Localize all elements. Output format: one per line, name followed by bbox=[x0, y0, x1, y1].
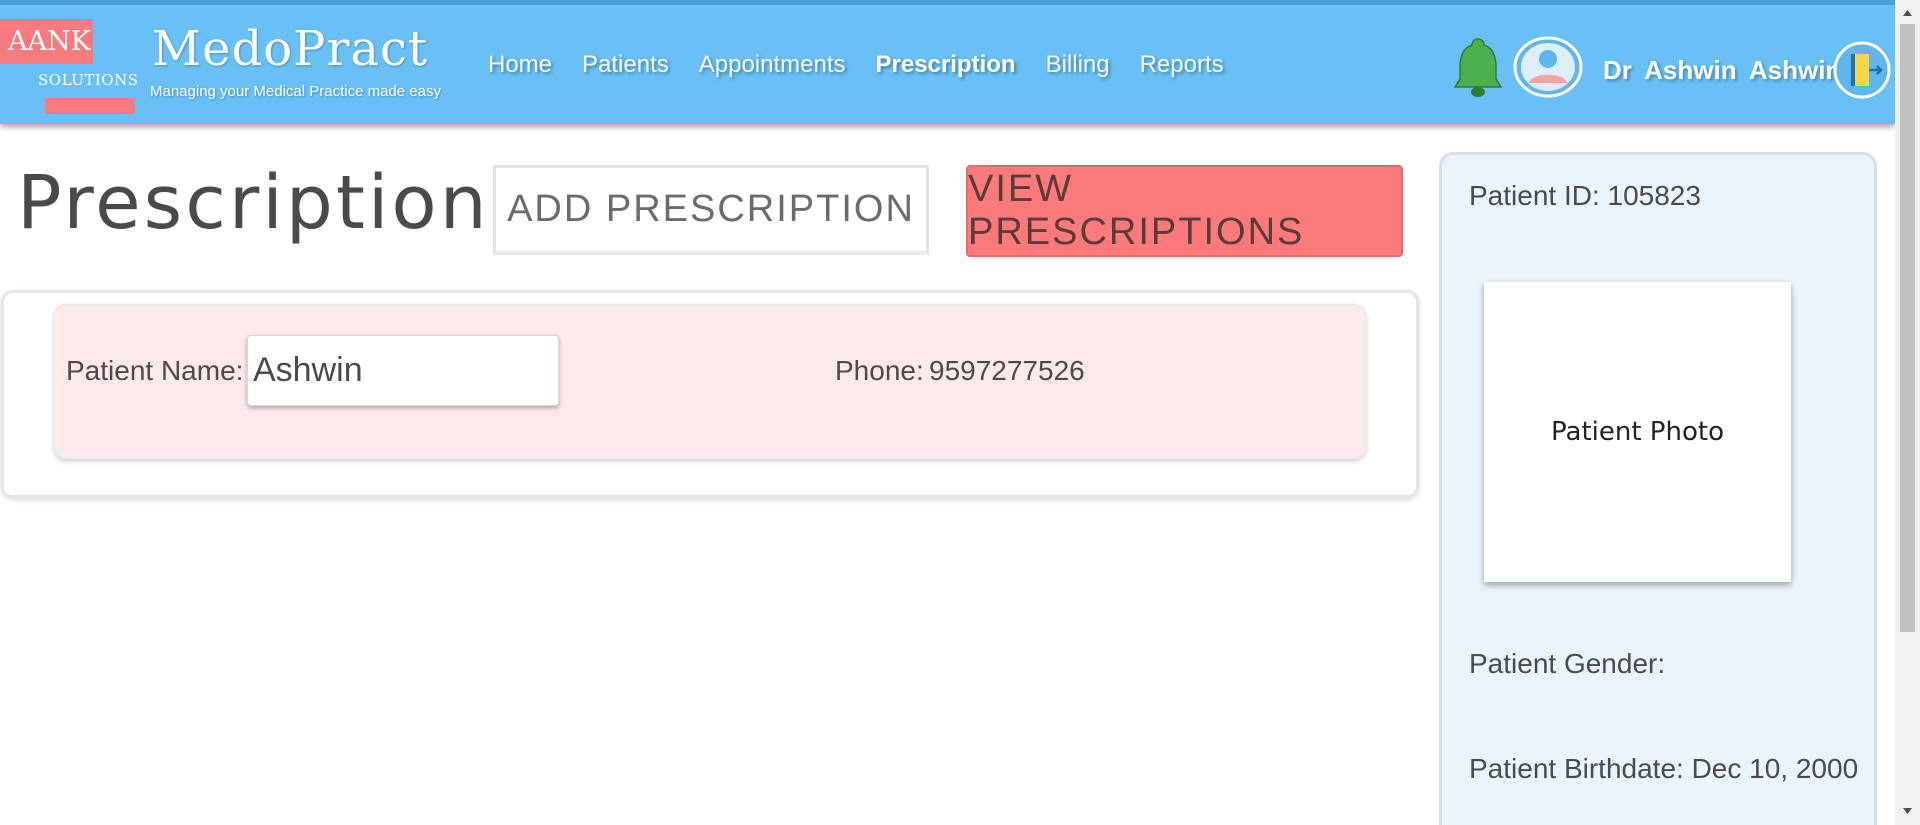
top-navbar: AANK SOLUTIONS MedoPract Managing your M… bbox=[0, 0, 1895, 124]
patient-id: Patient ID: 105823 bbox=[1469, 180, 1701, 211]
brand-tagline: Managing your Medical Practice made easy bbox=[150, 83, 441, 100]
nav-home[interactable]: Home bbox=[488, 51, 552, 79]
nav-billing[interactable]: Billing bbox=[1046, 51, 1110, 79]
page-title: Prescriptions bbox=[17, 160, 532, 246]
patient-gender: Patient Gender: bbox=[1469, 648, 1666, 679]
doctor-name[interactable]: Dr Ashwin Ashwin bbox=[1603, 55, 1841, 86]
scrollbar-thumb[interactable] bbox=[1900, 24, 1915, 632]
patient-photo-label: Patient Photo bbox=[1551, 417, 1724, 447]
nav-prescription[interactable]: Prescription bbox=[876, 51, 1016, 79]
scroll-down-icon[interactable] bbox=[1900, 804, 1915, 818]
phone-value: 9597277526 bbox=[929, 355, 1085, 386]
logo-subtext: SOLUTIONS bbox=[38, 71, 139, 89]
logo-text: AANK bbox=[0, 19, 93, 64]
logout-door-icon[interactable] bbox=[1833, 41, 1891, 99]
logo-bar bbox=[45, 98, 135, 114]
phone-label: Phone: bbox=[835, 355, 924, 386]
company-logo[interactable]: AANK SOLUTIONS bbox=[0, 19, 139, 115]
patient-birthdate: Patient Birthdate: Dec 10, 2000 bbox=[1469, 753, 1859, 784]
nav-appointments[interactable]: Appointments bbox=[699, 51, 846, 79]
nav-patients[interactable]: Patients bbox=[582, 51, 669, 79]
brand-title: MedoPract bbox=[152, 21, 429, 77]
patient-name-input[interactable]: Ashwin bbox=[247, 335, 559, 406]
patient-photo[interactable]: Patient Photo bbox=[1484, 282, 1791, 582]
main-nav: Home Patients Appointments Prescription … bbox=[488, 51, 1254, 79]
scroll-up-icon[interactable] bbox=[1900, 6, 1915, 20]
nav-reports[interactable]: Reports bbox=[1140, 51, 1224, 79]
add-prescription-button[interactable]: ADD PRESCRIPTION bbox=[493, 165, 929, 255]
bell-icon[interactable] bbox=[1452, 35, 1504, 101]
view-prescriptions-button[interactable]: VIEW PRESCRIPTIONS bbox=[966, 165, 1403, 257]
patient-name-value: Ashwin bbox=[253, 351, 363, 389]
patient-name-label: Patient Name: bbox=[66, 355, 244, 386]
user-avatar-icon[interactable] bbox=[1513, 36, 1583, 98]
